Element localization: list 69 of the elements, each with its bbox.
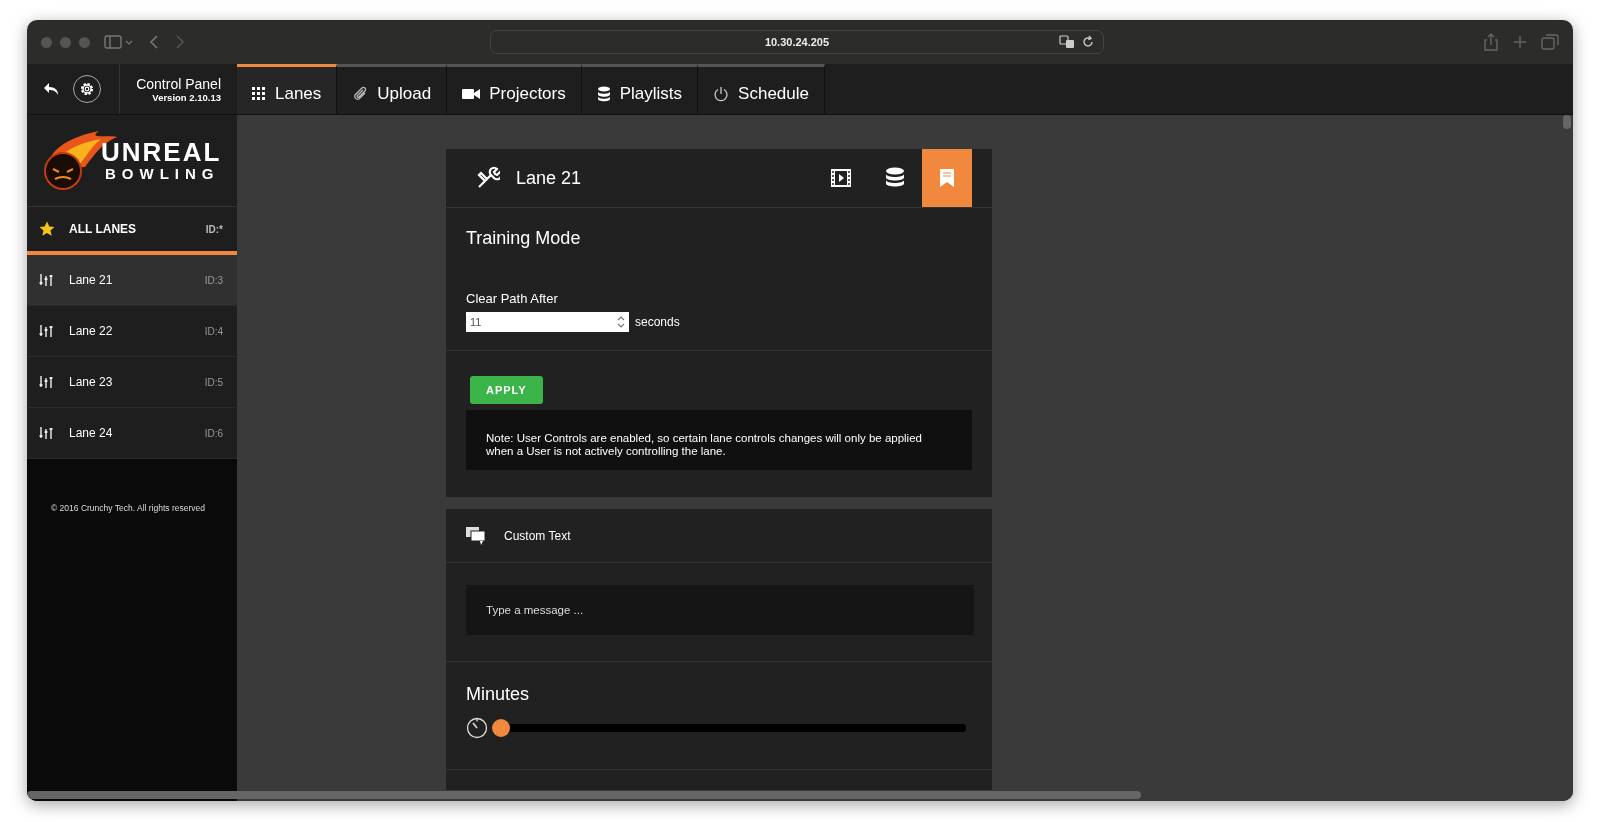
lane-id: ID:5 (204, 376, 223, 388)
section-title: Training Mode (466, 228, 582, 249)
zoom-window-button[interactable] (79, 36, 90, 48)
address-bar[interactable]: 10.30.24.205 (490, 30, 1104, 54)
tabs-overview-icon[interactable] (1541, 34, 1559, 50)
nav-tab[interactable]: Lanes (237, 64, 338, 114)
lane-name: Lane 24 (69, 426, 114, 440)
version-label: Version 2.10.13 (152, 91, 221, 103)
sliders-icon (39, 426, 53, 440)
paperclip-icon (352, 85, 369, 102)
vertical-scrollbar[interactable] (1563, 115, 1571, 129)
bookmark-icon (939, 168, 955, 188)
sidebar-toggle-icon[interactable] (104, 34, 134, 50)
seconds-number-field[interactable]: 11 (466, 312, 629, 332)
sliders-icon (39, 273, 53, 287)
lane-name: Lane 21 (69, 273, 114, 287)
nav-tab[interactable]: Playlists (581, 64, 699, 114)
spinner-icon[interactable] (617, 316, 625, 328)
custom-text-title: Custom Text (504, 528, 571, 543)
settings-icon (78, 80, 96, 98)
note-text: Note: User Controls are enabled, so certain lane controls changes will only be applied when a User is not actively controlling the lane. (466, 410, 972, 471)
lane-name: Lane 22 (69, 324, 114, 338)
minutes-slider[interactable] (492, 719, 966, 738)
all-lanes-item[interactable]: ALL LANES ID:* (27, 207, 237, 255)
lane-id: ID:3 (204, 274, 223, 286)
sliders-icon (39, 324, 53, 338)
timer-icon (466, 717, 488, 740)
lane-item[interactable]: Lane 24 ID:6 (27, 408, 237, 459)
app-title: Control Panel (136, 75, 221, 92)
reply-arrow-icon[interactable] (43, 82, 59, 96)
horizontal-scrollbar[interactable] (27, 791, 1141, 799)
share-icon[interactable] (1483, 33, 1499, 51)
back-icon[interactable] (148, 34, 160, 50)
slider-handle[interactable] (492, 719, 510, 738)
logo-title: UNREAL (101, 139, 222, 165)
film-icon (831, 169, 851, 187)
chat-bubbles-icon (466, 526, 486, 545)
tools-icon (476, 166, 500, 190)
all-lanes-label: ALL LANES (69, 222, 138, 236)
lane-id: ID:4 (204, 325, 223, 337)
translate-icon[interactable] (1059, 35, 1075, 49)
nav-tab[interactable]: Projectors (447, 64, 582, 114)
logo-subtitle: BOWLING (105, 165, 221, 182)
new-tab-icon[interactable] (1513, 35, 1527, 49)
message-input[interactable]: Type a message ... (466, 585, 974, 636)
nav-tab[interactable]: Upload (337, 64, 448, 114)
all-lanes-id: ID:* (205, 223, 223, 235)
nav-tab[interactable]: Schedule (698, 64, 825, 114)
copyright-text: © 2016 Crunchy Tech. All rights reserved (50, 502, 206, 513)
lane-item[interactable]: Lane 22 ID:4 (27, 306, 237, 357)
grid-icon (252, 86, 266, 101)
field-label: Clear Path After (466, 291, 559, 306)
lane-name: Lane 23 (69, 375, 114, 389)
reload-icon[interactable] (1081, 35, 1095, 49)
sliders-icon (39, 375, 53, 389)
database-icon (596, 85, 611, 102)
database-icon (885, 167, 905, 189)
unit-label: seconds (635, 315, 680, 329)
forward-icon[interactable] (174, 34, 186, 50)
lane-item[interactable]: Lane 23 ID:5 (27, 357, 237, 408)
power-icon (713, 85, 730, 102)
star-icon (39, 221, 55, 237)
minutes-title: Minutes (466, 684, 531, 706)
close-window-button[interactable] (41, 36, 52, 48)
lane-item[interactable]: Lane 21 ID:3 (27, 255, 237, 306)
lane-title: Lane 21 (516, 167, 583, 189)
video-camera-icon (462, 87, 481, 100)
lane-id: ID:6 (204, 427, 223, 439)
minimize-window-button[interactable] (60, 36, 71, 48)
